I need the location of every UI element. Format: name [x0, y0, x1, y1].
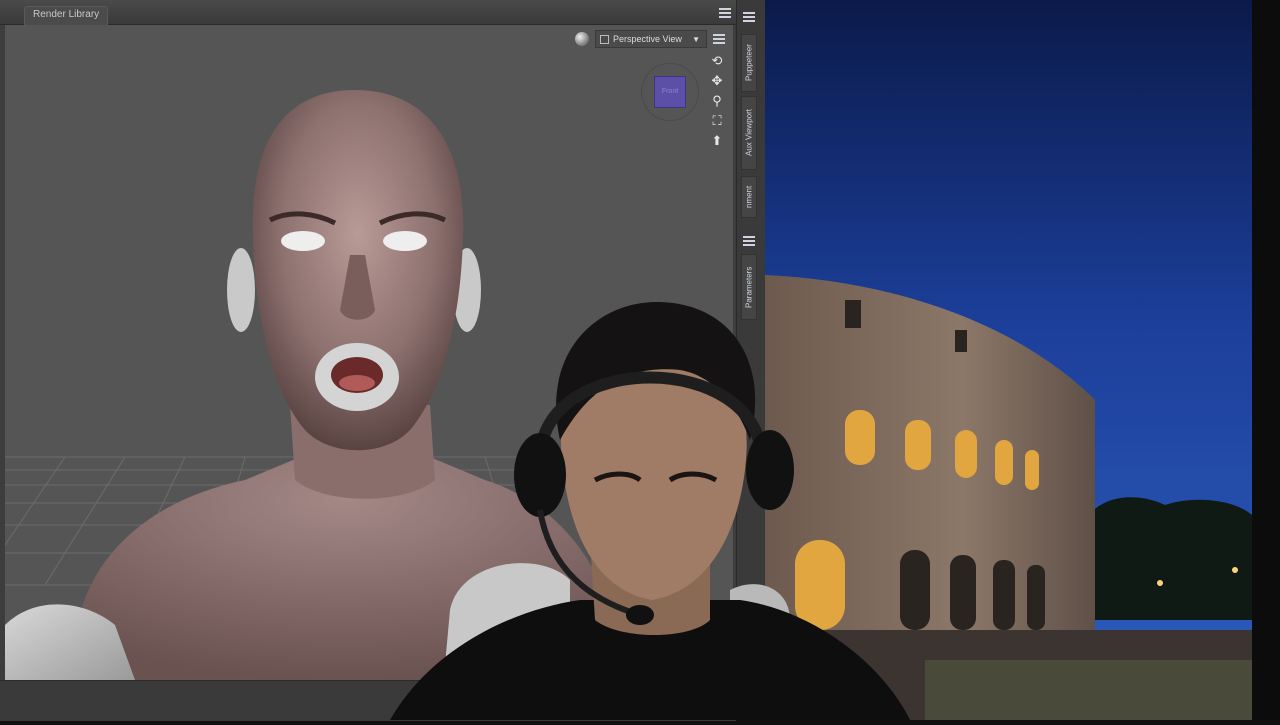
- move-arrows-icon[interactable]: ✥: [708, 73, 726, 89]
- magnifier-icon[interactable]: ⚲: [708, 93, 726, 109]
- headset-ear-left: [514, 433, 566, 517]
- viewport-toolbar: Perspective View ▼: [575, 29, 725, 49]
- camera-view-icon: [600, 34, 609, 44]
- view-cube-face[interactable]: Front: [654, 76, 686, 108]
- view-select[interactable]: Perspective View ▼: [595, 30, 707, 48]
- headset-ear-right: [746, 430, 794, 510]
- right-border: [1252, 0, 1280, 720]
- sphere-icon[interactable]: [575, 32, 589, 46]
- tab-bar: Render Library: [0, 0, 765, 25]
- reset-icon[interactable]: ⬆: [708, 133, 726, 149]
- orbit-icon[interactable]: ⟲: [708, 53, 726, 69]
- viewport-menu-icon[interactable]: [713, 34, 725, 44]
- navigation-tools: ⟲ ✥ ⚲ ⛶ ⬆: [707, 53, 727, 149]
- menu-lines-icon[interactable]: [719, 8, 731, 18]
- webcam-overlay: [390, 290, 910, 720]
- menu-lines-icon[interactable]: [743, 236, 755, 246]
- chevron-down-icon: ▼: [692, 34, 700, 44]
- view-select-label: Perspective View: [613, 34, 682, 44]
- figure-ear-left: [227, 248, 255, 332]
- tab-alignment[interactable]: nment: [741, 176, 757, 218]
- presenter-video: [390, 301, 910, 720]
- figure-eye-right: [383, 231, 427, 251]
- frame-icon[interactable]: ⛶: [708, 113, 726, 129]
- figure-eye-left: [281, 231, 325, 251]
- tab-render-library[interactable]: Render Library: [24, 6, 109, 25]
- view-cube[interactable]: Front: [641, 63, 699, 121]
- menu-lines-icon[interactable]: [743, 12, 755, 22]
- tab-puppeteer[interactable]: Puppeteer: [741, 34, 757, 92]
- tab-aux-viewport[interactable]: Aux Viewport: [741, 96, 757, 170]
